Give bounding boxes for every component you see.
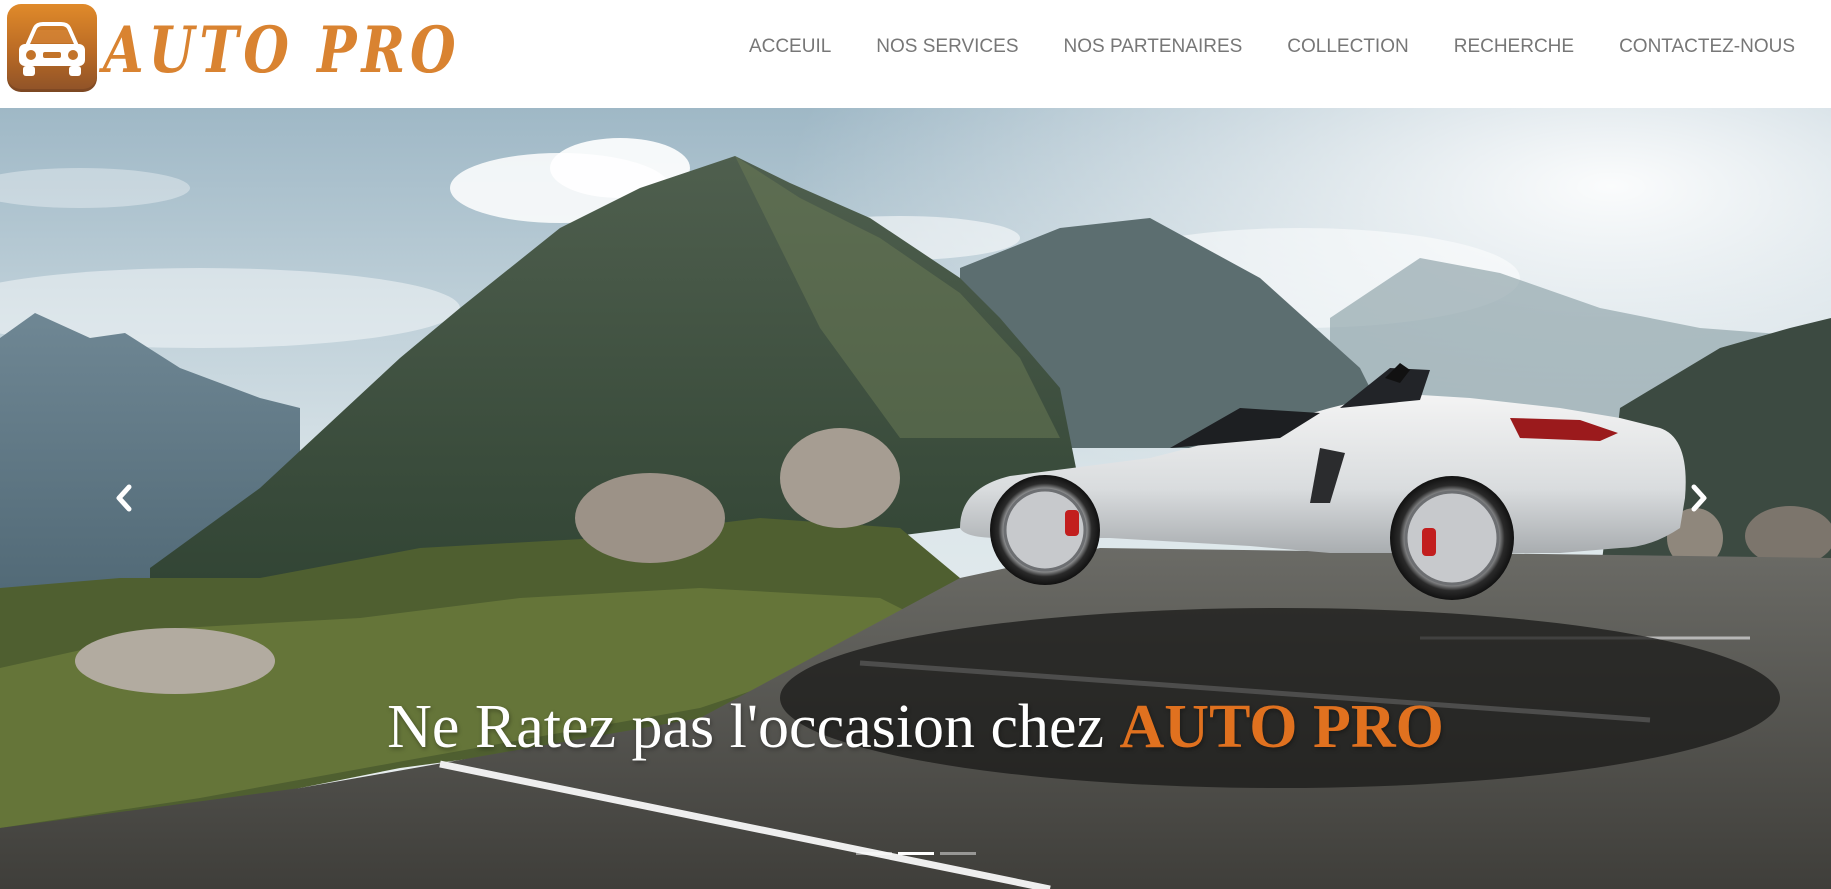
nav-item-contactez-nous[interactable]: CONTACTEZ-NOUS bbox=[1597, 36, 1795, 58]
hero-caption-brand: AUTO PRO bbox=[1119, 693, 1444, 761]
hero-image bbox=[0, 108, 1831, 889]
navbar: AUTO PRO ACCEUIL NOS SERVICES NOS PARTEN… bbox=[0, 0, 1831, 108]
carousel-indicator-active[interactable] bbox=[897, 852, 934, 855]
main-nav: ACCEUIL NOS SERVICES NOS PARTENAIRES COL… bbox=[726, 0, 1795, 94]
nav-item-collection[interactable]: COLLECTION bbox=[1265, 36, 1431, 58]
chevron-right-icon bbox=[1691, 484, 1707, 512]
brand-name: AUTO PRO bbox=[103, 13, 461, 88]
nav-item-nos-services[interactable]: NOS SERVICES bbox=[854, 36, 1041, 58]
carousel-prev-button[interactable] bbox=[104, 478, 144, 518]
nav-item-nos-partenaires[interactable]: NOS PARTENAIRES bbox=[1041, 36, 1265, 58]
hero-caption-text: Ne Ratez pas l'occasion chez bbox=[387, 693, 1105, 761]
carousel-next-button[interactable] bbox=[1679, 478, 1719, 518]
car-front-icon bbox=[7, 4, 97, 92]
brand-logo[interactable]: AUTO PRO bbox=[7, 4, 539, 92]
nav-item-recherche[interactable]: RECHERCHE bbox=[1431, 36, 1596, 58]
carousel-indicator[interactable] bbox=[939, 852, 976, 855]
nav-item-acceuil[interactable]: ACCEUIL bbox=[726, 36, 853, 58]
hero-carousel: Ne Ratez pas l'occasion chez AUTO PRO bbox=[0, 108, 1831, 889]
hero-caption: Ne Ratez pas l'occasion chez AUTO PRO bbox=[0, 692, 1831, 763]
carousel-indicators bbox=[0, 852, 1831, 855]
chevron-left-icon bbox=[116, 484, 132, 512]
carousel-indicator[interactable] bbox=[855, 852, 892, 855]
